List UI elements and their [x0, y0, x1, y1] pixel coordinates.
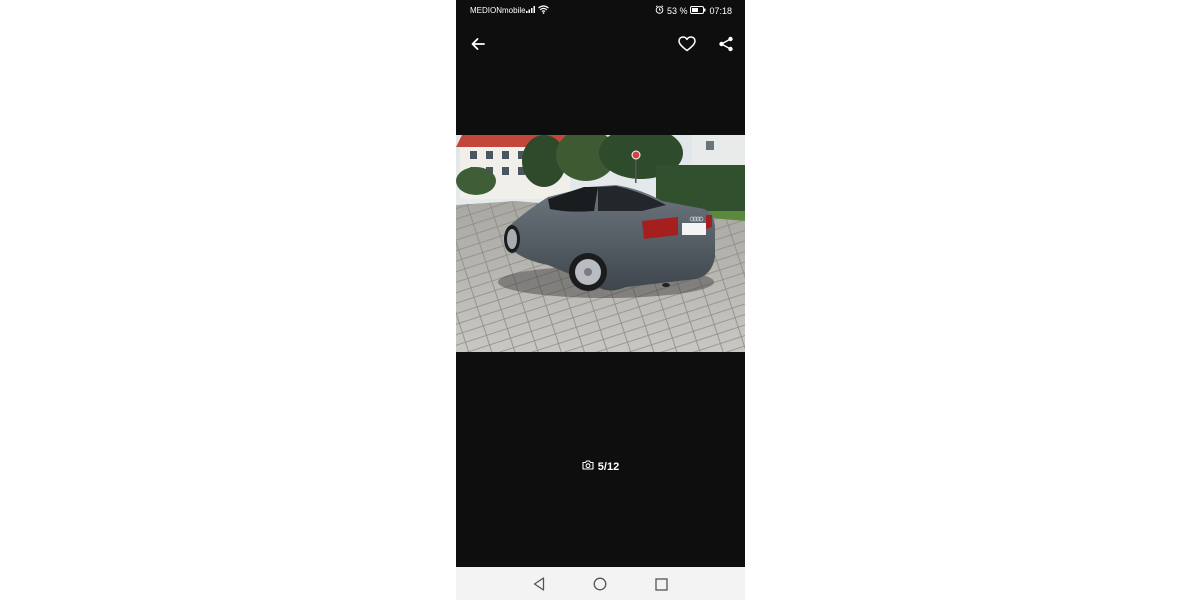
status-right: 53 % 07:18	[655, 5, 732, 16]
system-nav-bar	[456, 567, 745, 600]
camera-icon	[582, 460, 594, 473]
battery-icon	[690, 5, 706, 16]
phone-screen: MEDIONmobile 53 % 07:18 5/12	[456, 0, 745, 600]
nav-recents-button[interactable]	[652, 575, 670, 593]
signal-icon	[526, 5, 536, 15]
photo-counter-text: 5/12	[597, 460, 620, 473]
nav-home-icon	[593, 577, 607, 591]
heart-icon	[678, 36, 696, 52]
back-arrow-icon	[471, 38, 485, 50]
carrier-label: MEDIONmobile	[470, 6, 526, 15]
nav-back-icon	[533, 577, 545, 591]
clock: 07:18	[709, 5, 732, 16]
car-photo[interactable]	[456, 135, 745, 352]
nav-home-button[interactable]	[591, 575, 609, 593]
app-bar	[456, 28, 745, 60]
status-bar: MEDIONmobile 53 % 07:18	[456, 0, 745, 22]
alarm-icon	[655, 5, 664, 16]
nav-recents-icon	[654, 577, 668, 591]
share-button[interactable]	[710, 28, 742, 60]
back-button[interactable]	[462, 28, 494, 60]
wifi-icon	[538, 5, 549, 16]
nav-back-button[interactable]	[530, 575, 548, 593]
battery-percent: 53 %	[666, 5, 688, 16]
favorite-button[interactable]	[671, 28, 703, 60]
photo-counter: 5/12	[456, 460, 745, 473]
share-icon	[719, 36, 733, 52]
